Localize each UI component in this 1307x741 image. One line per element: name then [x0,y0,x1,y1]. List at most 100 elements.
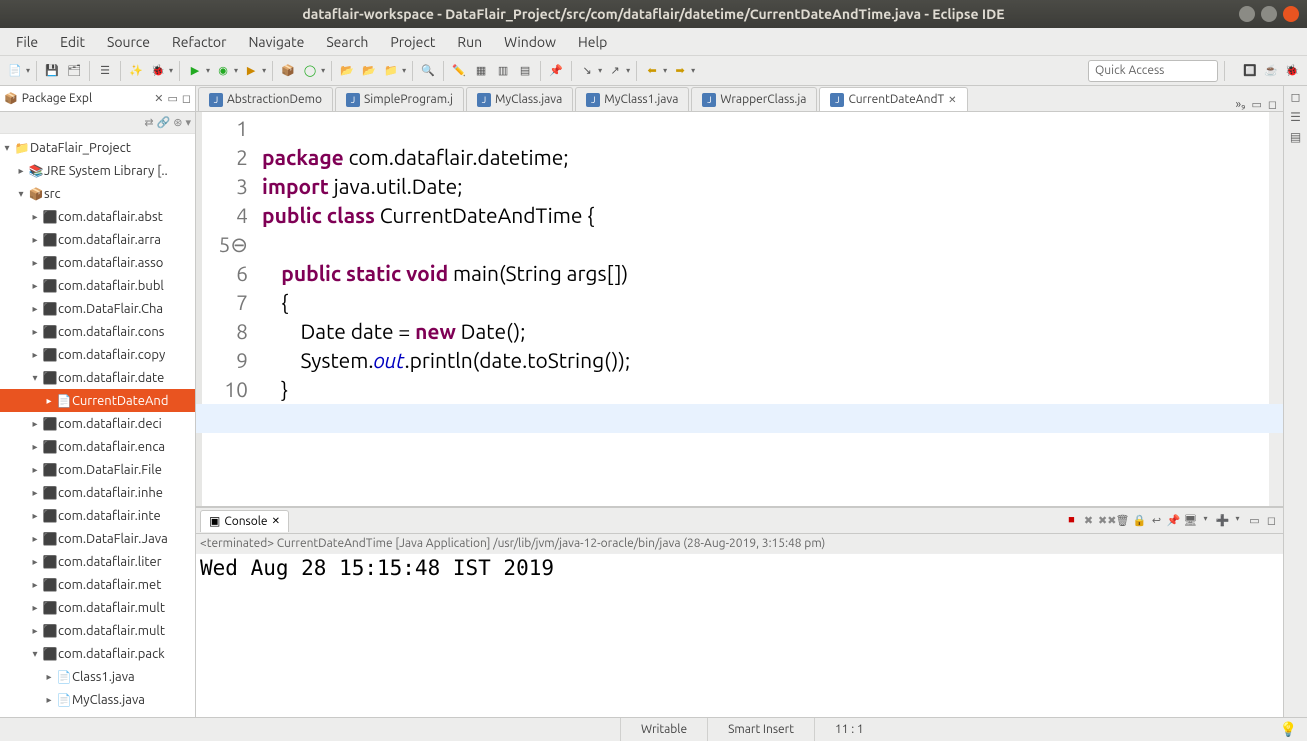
tab-currentdatetime[interactable]: JCurrentDateAndT✕ [819,87,967,111]
file-node-selected[interactable]: CurrentDateAnd [72,394,168,408]
console-output[interactable]: Wed Aug 28 15:15:48 IST 2019 [196,554,1283,717]
prev-ann-icon[interactable]: ↗ [606,62,624,80]
maximize-icon[interactable]: ◻ [182,92,191,105]
run-last-icon[interactable]: ▶ [242,62,260,80]
focus-icon[interactable]: ⊛ [173,116,182,129]
new-icon[interactable]: 📄 [6,62,24,80]
more-tabs-icon[interactable]: »₉ [1236,98,1246,111]
pkg-node[interactable]: com.dataflair.asso [58,256,163,270]
collapse-icon[interactable]: ⇄ [144,116,153,129]
pkg-node[interactable]: com.dataflair.inhe [58,486,163,500]
quick-access[interactable]: Quick Access [1088,60,1218,82]
console-min-icon[interactable]: ▭ [1247,514,1262,527]
menu-window[interactable]: Window [494,30,566,54]
pkg-node[interactable]: com.dataflair.abst [58,210,163,224]
clear-icon[interactable]: 🗑 [1115,514,1130,527]
pin-icon[interactable]: 📌 [547,62,565,80]
console-tab[interactable]: ▣Console✕ [200,510,289,532]
grid-icon[interactable]: ▦ [472,62,490,80]
pkg-node[interactable]: com.DataFlair.Cha [58,302,163,316]
pkg-node[interactable]: com.dataflair.mult [58,601,165,615]
overview-ruler[interactable] [1269,112,1283,506]
remove-icon[interactable]: ✖ [1081,514,1096,527]
project-node[interactable]: DataFlair_Project [30,141,131,155]
debug-icon[interactable]: 🐞 [149,62,167,80]
coverage-icon[interactable]: ◉ [214,62,232,80]
restore-icon[interactable]: ◻ [1291,90,1301,104]
src-node[interactable]: src [44,187,61,201]
outline-icon[interactable]: ▤ [516,62,534,80]
pkg-node[interactable]: com.dataflair.pack [58,647,165,661]
tab-wrapperclass[interactable]: JWrapperClass.ja [691,87,817,111]
type-icon[interactable]: ◯ [301,62,319,80]
jre-node[interactable]: JRE System Library [.. [44,164,168,178]
open-type-icon[interactable]: 📂 [338,62,356,80]
menu-file[interactable]: File [6,30,48,54]
search-icon[interactable]: 🔍 [419,62,437,80]
minimize-button[interactable] [1239,6,1255,22]
save-all-icon[interactable]: 🗂 [65,62,83,80]
menu-source[interactable]: Source [97,30,160,54]
display-icon[interactable]: 🖥 [1183,514,1198,527]
toggle-icon[interactable]: ☰ [96,62,114,80]
package-icon[interactable]: 📦 [279,62,297,80]
console-max-icon[interactable]: ◻ [1264,514,1279,527]
menu-edit[interactable]: Edit [50,30,95,54]
new-console-icon[interactable]: ➕ [1215,514,1230,527]
menu-help[interactable]: Help [568,30,617,54]
pin-console-icon[interactable]: 📌 [1166,514,1181,527]
persp-java-icon[interactable]: ☕ [1262,62,1280,80]
file-node[interactable]: Class1.java [72,670,135,684]
pkg-node[interactable]: com.dataflair.bubl [58,279,164,293]
tab-simpleprogram[interactable]: JSimpleProgram.j [335,87,464,111]
wrap-icon[interactable]: ↩ [1149,514,1164,527]
tasks-icon[interactable]: ☰ [1290,110,1301,124]
view-close-icon[interactable]: ✕ [154,92,163,105]
save-icon[interactable]: 💾 [43,62,61,80]
back-icon[interactable]: ⬅ [643,62,661,80]
pkg-node[interactable]: com.dataflair.mult [58,624,165,638]
open-task-icon[interactable]: 📂 [360,62,378,80]
folder-icon[interactable]: 📁 [382,62,400,80]
tab-myclass1[interactable]: JMyClass1.java [575,87,689,111]
pkg-node[interactable]: com.dataflair.inte [58,509,161,523]
menu-project[interactable]: Project [380,30,445,54]
pkg-node[interactable]: com.dataflair.enca [58,440,165,454]
console-close-icon[interactable]: ✕ [272,515,280,527]
pkg-node[interactable]: com.dataflair.date [58,371,164,385]
persp-open-icon[interactable]: 🔲 [1241,62,1259,80]
editor-min-icon[interactable]: ▭ [1251,98,1261,111]
pkg-node[interactable]: com.dataflair.liter [58,555,162,569]
terminate-icon[interactable]: ■ [1064,514,1079,527]
pkg-node[interactable]: com.DataFlair.File [58,463,162,477]
tab-myclass[interactable]: JMyClass.java [466,87,573,111]
minimize-icon[interactable]: ▭ [167,92,177,105]
tab-abstractiondemo[interactable]: JAbstractionDemo [198,87,333,111]
outline-view-icon[interactable]: ▤ [1290,130,1301,144]
tip-icon[interactable]: 💡 [1280,721,1307,738]
magic-icon[interactable]: ✨ [127,62,145,80]
pkg-node[interactable]: com.dataflair.deci [58,417,162,431]
file-node[interactable]: MyClass.java [72,693,145,707]
persp-debug-icon[interactable]: 🐞 [1283,62,1301,80]
menu-navigate[interactable]: Navigate [238,30,314,54]
project-tree[interactable]: ▾📁DataFlair_Project ▸📚JRE System Library… [0,134,195,717]
pkg-node[interactable]: com.dataflair.copy [58,348,165,362]
menu-search[interactable]: Search [316,30,378,54]
run-icon[interactable]: ▶ [186,62,204,80]
close-button[interactable] [1283,6,1299,22]
remove-all-icon[interactable]: ✖✖ [1098,514,1113,527]
code-editor[interactable]: 12345⊖67891011 package com.dataflair.dat… [196,112,1283,507]
wand-icon[interactable]: ✏️ [450,62,468,80]
tab-close-icon[interactable]: ✕ [948,94,956,106]
code-content[interactable]: package com.dataflair.datetime; import j… [258,112,1269,506]
maximize-button[interactable] [1261,6,1277,22]
scroll-lock-icon[interactable]: 🔒 [1132,514,1147,527]
next-ann-icon[interactable]: ↘ [578,62,596,80]
pkg-node[interactable]: com.dataflair.cons [58,325,164,339]
pkg-node[interactable]: com.dataflair.arra [58,233,161,247]
view-menu-icon[interactable]: ▾ [185,116,191,129]
editor-max-icon[interactable]: ◻ [1268,98,1277,111]
pkg-node[interactable]: com.dataflair.met [58,578,161,592]
fwd-icon[interactable]: ➡ [671,62,689,80]
